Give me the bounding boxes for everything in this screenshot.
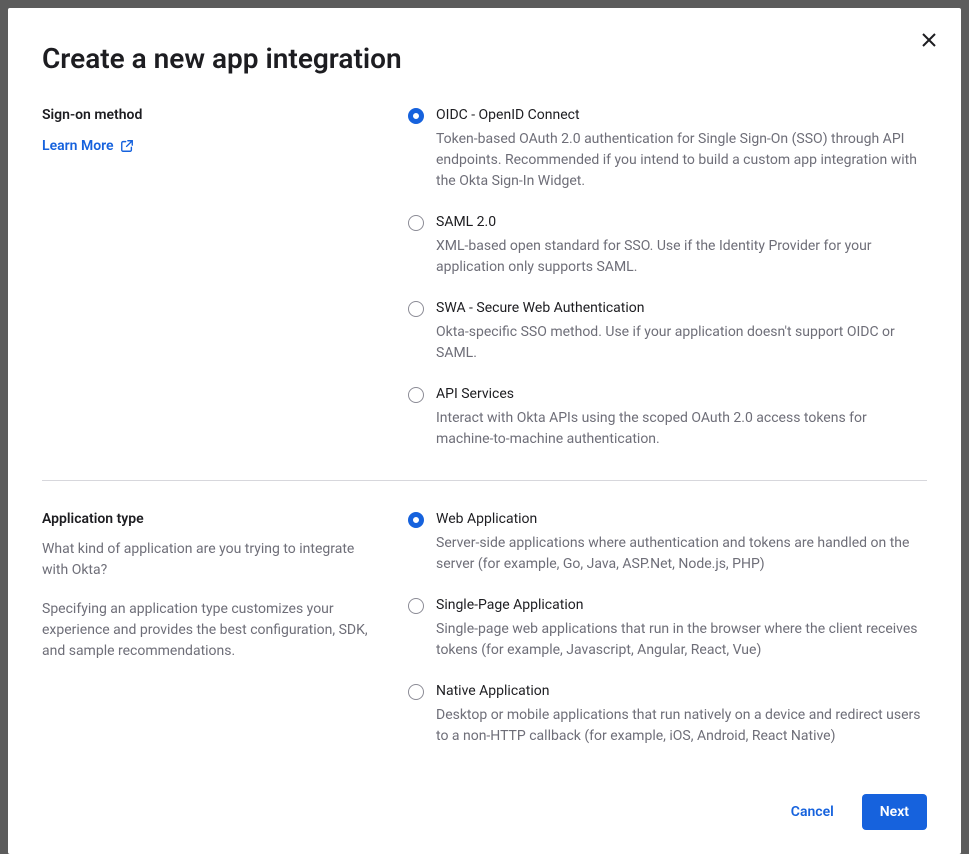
radio-indicator <box>408 387 424 403</box>
radio-desc: Okta-specific SSO method. Use if your ap… <box>436 322 927 364</box>
radio-option-spa[interactable]: Single-Page Application Single-page web … <box>408 597 927 661</box>
application-type-section: Application type What kind of applicatio… <box>42 480 927 776</box>
radio-desc: Desktop or mobile applications that run … <box>436 705 927 747</box>
radio-indicator <box>408 108 424 124</box>
radio-content: Web Application Server-side applications… <box>436 511 927 575</box>
app-type-help: Specifying an application type customize… <box>42 599 384 662</box>
section-left: Sign-on method Learn More <box>42 107 408 450</box>
radio-content: SWA - Secure Web Authentication Okta-spe… <box>436 300 927 364</box>
radio-indicator <box>408 512 424 528</box>
radio-option-oidc[interactable]: OIDC - OpenID Connect Token-based OAuth … <box>408 107 927 192</box>
section-left: Application type What kind of applicatio… <box>42 511 408 747</box>
create-app-integration-modal: Create a new app integration Sign-on met… <box>8 8 961 854</box>
radio-option-api-services[interactable]: API Services Interact with Okta APIs usi… <box>408 386 927 450</box>
radio-content: Native Application Desktop or mobile app… <box>436 683 927 747</box>
radio-desc: Single-page web applications that run in… <box>436 619 927 661</box>
modal-title: Create a new app integration <box>42 42 927 75</box>
modal-footer: Cancel Next <box>8 776 961 854</box>
radio-desc: Interact with Okta APIs using the scoped… <box>436 408 927 450</box>
radio-title: SWA - Secure Web Authentication <box>436 300 927 316</box>
app-type-options: Web Application Server-side applications… <box>408 511 927 747</box>
sign-on-heading: Sign-on method <box>42 107 384 123</box>
radio-title: Web Application <box>436 511 927 527</box>
radio-content: API Services Interact with Okta APIs usi… <box>436 386 927 450</box>
modal-body: Create a new app integration Sign-on met… <box>8 8 961 776</box>
external-link-icon <box>120 139 134 153</box>
radio-option-saml[interactable]: SAML 2.0 XML-based open standard for SSO… <box>408 214 927 278</box>
sign-on-method-section: Sign-on method Learn More OIDC - OpenID … <box>42 107 927 480</box>
sign-on-options: OIDC - OpenID Connect Token-based OAuth … <box>408 107 927 450</box>
radio-desc: Token-based OAuth 2.0 authentication for… <box>436 129 927 192</box>
close-button[interactable] <box>913 24 945 56</box>
close-icon <box>921 32 937 48</box>
radio-content: Single-Page Application Single-page web … <box>436 597 927 661</box>
radio-desc: XML-based open standard for SSO. Use if … <box>436 236 927 278</box>
radio-indicator <box>408 684 424 700</box>
radio-title: OIDC - OpenID Connect <box>436 107 927 123</box>
radio-title: Native Application <box>436 683 927 699</box>
radio-content: SAML 2.0 XML-based open standard for SSO… <box>436 214 927 278</box>
next-button[interactable]: Next <box>862 794 927 830</box>
learn-more-link[interactable]: Learn More <box>42 138 134 154</box>
radio-indicator <box>408 301 424 317</box>
learn-more-text: Learn More <box>42 138 114 154</box>
radio-desc: Server-side applications where authentic… <box>436 533 927 575</box>
radio-content: OIDC - OpenID Connect Token-based OAuth … <box>436 107 927 192</box>
app-type-question: What kind of application are you trying … <box>42 539 384 581</box>
radio-title: API Services <box>436 386 927 402</box>
radio-option-web-app[interactable]: Web Application Server-side applications… <box>408 511 927 575</box>
radio-title: SAML 2.0 <box>436 214 927 230</box>
app-type-heading: Application type <box>42 511 384 527</box>
cancel-button[interactable]: Cancel <box>773 794 852 830</box>
radio-title: Single-Page Application <box>436 597 927 613</box>
radio-indicator <box>408 215 424 231</box>
radio-option-native-app[interactable]: Native Application Desktop or mobile app… <box>408 683 927 747</box>
radio-option-swa[interactable]: SWA - Secure Web Authentication Okta-spe… <box>408 300 927 364</box>
radio-indicator <box>408 598 424 614</box>
